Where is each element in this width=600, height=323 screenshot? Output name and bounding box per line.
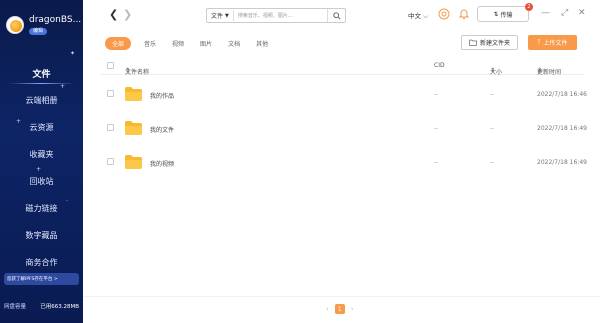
caret-down-icon: ▼ — [225, 12, 229, 19]
new-folder-button[interactable]: 新建文件夹 — [461, 35, 518, 50]
row-checkbox[interactable] — [107, 158, 114, 165]
sidebar-item-label: 数字藏品 — [25, 231, 58, 240]
next-page-icon[interactable]: › — [351, 305, 354, 313]
user-profile[interactable]: dragonBS... 编辑 — [6, 14, 82, 38]
tab-video[interactable]: 视频 — [172, 39, 184, 48]
bell-icon[interactable] — [458, 8, 470, 20]
sidebar-item-label: 收藏夹 — [29, 150, 54, 159]
storage-info: 网盘容量 已用663.28MB — [4, 302, 79, 310]
folder-icon — [125, 155, 142, 169]
row-checkbox[interactable] — [107, 124, 114, 131]
sidebar-item-label: 商务合作 — [25, 258, 58, 267]
sidebar-item-cloud-album[interactable]: 云端相册 — [0, 87, 83, 114]
sidebar: ✦ + + + · dragonBS... 编辑 文件 云端相册 云资源 收藏夹… — [0, 0, 83, 323]
header: ❮ ❯ 文件 ▼ 搜索音乐、视频、图片... 中文 ⌵ ⇅ 传输 2 — ⤢ ✕ — [83, 0, 600, 30]
transfer-button[interactable]: ⇅ 传输 — [477, 6, 529, 22]
sidebar-item-cloud-resources[interactable]: 云资源 — [0, 114, 83, 141]
avatar[interactable] — [6, 16, 24, 34]
sidebar-item-magnet-links[interactable]: 磁力链接 — [0, 195, 83, 222]
message-icon[interactable] — [438, 8, 450, 20]
sidebar-item-label: 磁力链接 — [25, 204, 58, 213]
ipfs-promo-banner[interactable]: 您获了解IPFS存在平台 > — [4, 273, 79, 285]
language-label: 中文 — [408, 12, 421, 20]
column-cid: CID — [434, 62, 445, 69]
transfer-label: 传输 — [500, 11, 513, 19]
divider — [83, 296, 600, 297]
file-name[interactable]: 我的视频 — [150, 159, 174, 168]
file-table-header: 文件名称 ⇕ CID 大小 ⇕ 更新时间 ⇕ — [100, 57, 584, 76]
table-row[interactable]: 我的视频 -- -- 2022/7/18 16:49 — [100, 145, 587, 179]
back-icon[interactable]: ❮ — [109, 8, 118, 21]
file-type-tabs: 全部 音乐 视频 图片 文档 其他 — [105, 36, 284, 50]
sidebar-nav: 文件 云端相册 云资源 收藏夹 回收站 磁力链接 数字藏品 商务合作 — [0, 60, 83, 276]
upload-icon: ⤒ — [537, 38, 541, 46]
transfer-icon: ⇅ — [493, 10, 499, 18]
row-checkbox[interactable] — [107, 90, 114, 97]
storage-used: 已用663.28MB — [40, 304, 79, 310]
edit-badge[interactable]: 编辑 — [29, 28, 48, 35]
sidebar-item-label: 云端相册 — [25, 96, 58, 105]
file-cid: -- — [434, 91, 439, 98]
chevron-down-icon: ⌵ — [423, 12, 429, 20]
pagination: ‹ 1 › — [320, 303, 360, 315]
tab-images[interactable]: 图片 — [200, 39, 212, 48]
file-date: 2022/7/18 16:49 — [537, 125, 587, 132]
sidebar-item-label: 云资源 — [29, 123, 54, 132]
close-icon[interactable]: ✕ — [578, 8, 586, 18]
search-type-select[interactable]: 文件 ▼ — [207, 10, 234, 21]
search-type-label: 文件 — [211, 13, 224, 20]
table-row[interactable]: 我的作品 -- -- 2022/7/18 16:46 — [100, 77, 587, 111]
transfer-count-badge: 2 — [525, 3, 533, 11]
folder-icon — [125, 87, 142, 101]
sort-icon[interactable]: ⇕ — [125, 67, 130, 74]
search-icon — [332, 11, 341, 20]
page-number[interactable]: 1 — [334, 304, 345, 314]
language-select[interactable]: 中文 ⌵ — [408, 10, 428, 21]
tab-other[interactable]: 其他 — [256, 39, 268, 48]
tab-documents[interactable]: 文档 — [228, 39, 240, 48]
prev-page-icon[interactable]: ‹ — [326, 305, 329, 313]
folder-icon — [125, 121, 142, 135]
new-folder-label: 新建文件夹 — [479, 40, 510, 47]
file-size: -- — [490, 91, 495, 98]
sidebar-item-label: 回收站 — [29, 177, 54, 186]
forward-icon[interactable]: ❯ — [123, 8, 132, 21]
sidebar-item-digital-collections[interactable]: 数字藏品 — [0, 222, 83, 249]
tab-all[interactable]: 全部 — [105, 36, 132, 50]
sort-icon[interactable]: ⇕ — [490, 67, 495, 74]
sidebar-item-business[interactable]: 商务合作 — [0, 249, 83, 276]
table-row[interactable]: 我的文件 -- -- 2022/7/18 16:49 — [100, 111, 587, 145]
search-bar: 文件 ▼ 搜索音乐、视频、图片... — [206, 8, 346, 23]
search-input[interactable]: 搜索音乐、视频、图片... — [234, 12, 327, 19]
file-name[interactable]: 我的文件 — [150, 125, 174, 134]
upload-button[interactable]: ⤒ 上传文件 — [528, 35, 577, 50]
star-decoration: ✦ — [70, 50, 76, 57]
file-size: -- — [490, 125, 495, 132]
file-size: -- — [490, 159, 495, 166]
minimize-icon[interactable]: — — [541, 8, 550, 18]
file-cid: -- — [434, 125, 439, 132]
sidebar-item-recycle-bin[interactable]: 回收站 — [0, 168, 83, 195]
sort-icon[interactable]: ⇕ — [537, 67, 542, 74]
storage-label: 网盘容量 — [4, 304, 27, 310]
folder-plus-icon — [469, 39, 477, 46]
upload-label: 上传文件 — [543, 40, 568, 47]
sidebar-item-label: 文件 — [32, 70, 51, 80]
file-name[interactable]: 我的作品 — [150, 91, 174, 100]
file-date: 2022/7/18 16:46 — [537, 91, 587, 98]
tab-music[interactable]: 音乐 — [144, 39, 156, 48]
maximize-icon[interactable]: ⤢ — [561, 8, 568, 18]
select-all-checkbox[interactable] — [107, 62, 114, 69]
file-cid: -- — [434, 159, 439, 166]
user-name: dragonBS... — [29, 15, 82, 25]
sidebar-item-favorites[interactable]: 收藏夹 — [0, 141, 83, 168]
search-button[interactable] — [327, 9, 345, 22]
file-date: 2022/7/18 16:49 — [537, 159, 587, 166]
sidebar-item-files[interactable]: 文件 — [0, 60, 83, 87]
